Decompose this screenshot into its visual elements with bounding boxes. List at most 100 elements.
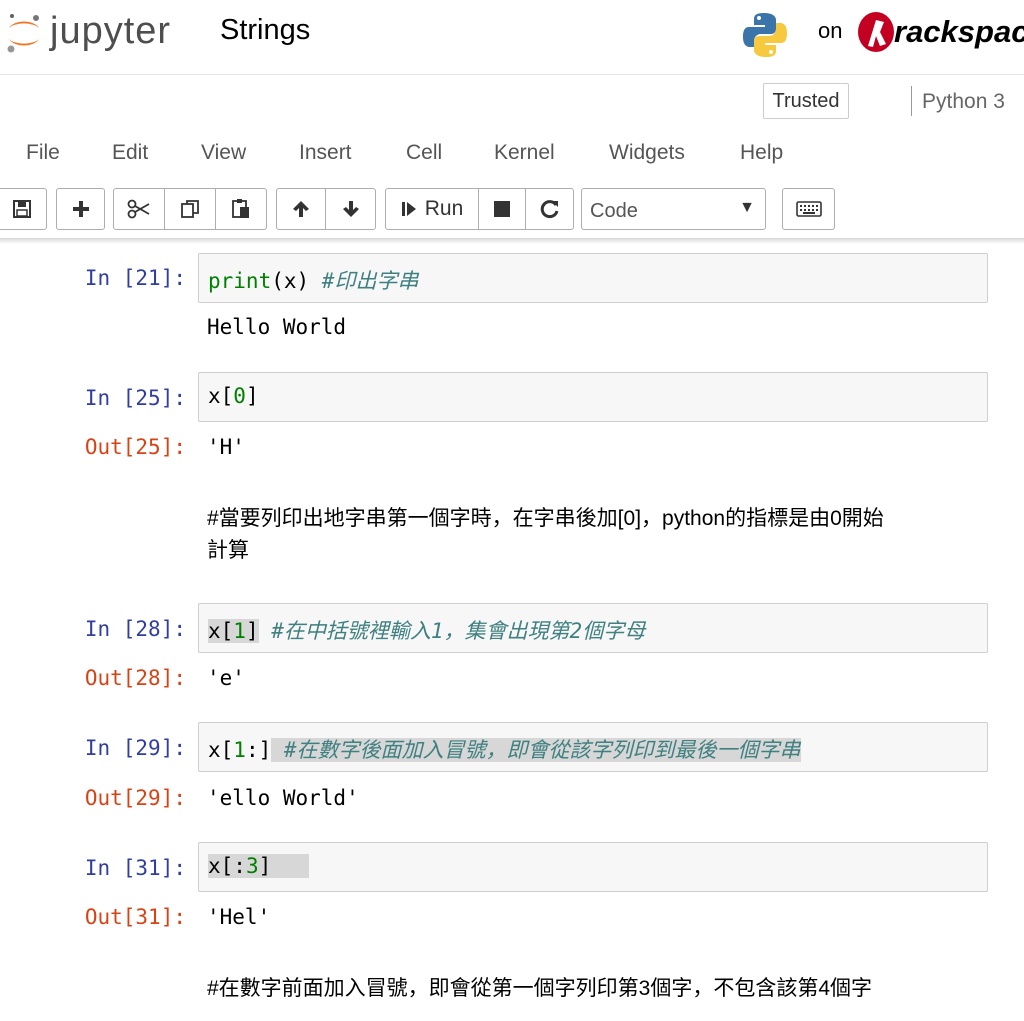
code-cell-input[interactable]: x[0]: [198, 372, 988, 422]
cell-output: 'H': [207, 435, 245, 459]
chevron-down-icon: ▼: [739, 199, 755, 216]
copy-button[interactable]: [165, 189, 216, 229]
menu-kernel[interactable]: Kernel: [494, 141, 555, 165]
menu-file[interactable]: File: [26, 141, 60, 165]
code-text: ]: [258, 854, 272, 878]
markdown-line: #在數字前面加入冒號，即會從第一個字列印第3個字，不包含該第4個字: [207, 977, 873, 1000]
markdown-line: #當要列印出地字串第一個字時，在字串後加[0]，python的指標是由0開始: [207, 507, 884, 530]
code-text: x[: [208, 384, 234, 408]
markdown-cell[interactable]: #在數字前面加入冒號，即會從第一個字列印第3個字，不包含該第4個字: [207, 973, 987, 1005]
code-number: 1: [233, 738, 246, 762]
copy-icon: [181, 200, 199, 218]
code-comment: #印出字串: [321, 269, 419, 293]
code-line: x[1] #在中括號裡輸入1，集會出現第2個字母: [208, 615, 645, 645]
code-line: print(x) #印出字串: [208, 265, 418, 295]
cell-output: 'e': [207, 666, 245, 690]
code-text: (x): [271, 269, 322, 293]
restart-button[interactable]: [526, 189, 573, 229]
code-cell-input[interactable]: x[:3]: [198, 842, 988, 892]
scissors-icon: [127, 199, 150, 219]
run-button-label: Run: [424, 197, 464, 220]
input-prompt: In [21]:: [84, 266, 186, 290]
input-prompt: In [29]:: [84, 736, 186, 760]
toolbar-group-insert: [56, 188, 105, 230]
jupyter-logo-icon[interactable]: [6, 12, 42, 54]
menu-cell[interactable]: Cell: [406, 141, 442, 165]
code-number: 0: [233, 384, 246, 408]
stop-icon: [494, 201, 510, 217]
command-palette-button[interactable]: [783, 189, 834, 229]
menu-edit[interactable]: Edit: [112, 141, 148, 165]
notebook-title[interactable]: Strings: [220, 14, 310, 47]
run-button[interactable]: Run: [386, 189, 479, 229]
code-text: :]: [245, 738, 272, 762]
output-prompt: Out[31]:: [84, 905, 186, 929]
hosted-on-label: on: [818, 18, 843, 43]
interrupt-button[interactable]: [479, 189, 526, 229]
menu-widgets[interactable]: Widgets: [609, 141, 685, 165]
code-cell-input[interactable]: x[1] #在中括號裡輸入1，集會出現第2個字母: [198, 603, 988, 653]
input-prompt: In [31]:: [84, 856, 186, 880]
header-shadow: [0, 238, 1024, 244]
move-down-button[interactable]: [326, 189, 375, 229]
kernel-name[interactable]: Python 3: [922, 90, 1005, 114]
cell-output: Hello World: [207, 315, 347, 339]
input-prompt: In [25]:: [84, 386, 186, 410]
code-number: 1: [233, 619, 246, 643]
paste-button[interactable]: [216, 189, 266, 229]
keyboard-icon: [795, 201, 822, 217]
code-comment: #在數字後面加入冒號，即會從該字列印到最後一個字串: [283, 738, 801, 762]
output-prompt: Out[25]:: [84, 435, 186, 459]
toolbar-group-run: Run: [385, 188, 574, 230]
paste-icon: [232, 199, 249, 218]
toolbar-group-edit: [113, 188, 267, 230]
output-prompt: Out[28]:: [84, 666, 186, 690]
selected-code: x[1]: [208, 619, 259, 643]
restart-icon: [540, 200, 558, 219]
cell-output: 'Hel': [207, 905, 271, 929]
arrow-up-icon: [293, 201, 309, 217]
code-text: ]: [245, 384, 259, 408]
selected-code: x[:3]: [208, 854, 310, 878]
python-logo-icon: [743, 13, 787, 57]
code-line: x[1:] #在數字後面加入冒號，即會從該字列印到最後一個字串: [208, 734, 801, 764]
markdown-cell[interactable]: #當要列印出地字串第一個字時，在字串後加[0]，python的指標是由0開始 計…: [207, 503, 987, 567]
code-number: 3: [245, 854, 259, 878]
move-up-button[interactable]: [277, 189, 326, 229]
code-text: ]: [245, 619, 259, 643]
code-line: x[0]: [208, 384, 259, 408]
code-cell-input[interactable]: print(x) #印出字串: [198, 253, 988, 303]
toolbar-group-save: [0, 188, 47, 230]
plus-icon: [72, 201, 89, 217]
cell-type-select[interactable]: Code ▼: [581, 188, 766, 230]
menu-insert[interactable]: Insert: [299, 141, 352, 165]
toolbar-group-palette: [782, 188, 835, 230]
save-icon: [12, 200, 31, 218]
kernel-separator: [911, 86, 912, 116]
input-prompt: In [28]:: [84, 617, 186, 641]
trusted-indicator[interactable]: Trusted: [763, 83, 849, 119]
insert-cell-button[interactable]: [57, 189, 104, 229]
code-line: x[:3]: [208, 854, 310, 878]
cell-type-value: Code: [590, 200, 638, 222]
menu-help[interactable]: Help: [740, 141, 783, 165]
code-text: x[: [208, 738, 234, 762]
toolbar-group-move: [276, 188, 376, 230]
code-text: x[:: [208, 854, 246, 878]
code-text: x[: [208, 619, 234, 643]
menu-view[interactable]: View: [201, 141, 246, 165]
code-cell-input[interactable]: x[1:] #在數字後面加入冒號，即會從該字列印到最後一個字串: [198, 722, 988, 772]
arrow-down-icon: [342, 201, 359, 217]
cell-output: 'ello World': [207, 786, 359, 810]
output-prompt: Out[29]:: [84, 786, 186, 810]
notebook-header: jupyter Strings on rackspac: [0, 0, 1024, 74]
rackspace-logo-icon: rackspac: [856, 8, 1024, 56]
save-button[interactable]: [0, 189, 46, 229]
code-keyword: print: [208, 269, 272, 293]
run-icon: [401, 202, 416, 216]
markdown-line: 計算: [207, 539, 249, 562]
code-comment: #在中括號裡輸入1，集會出現第2個字母: [271, 619, 646, 643]
rackspace-wordmark: rackspac: [894, 14, 1024, 49]
jupyter-wordmark[interactable]: jupyter: [50, 10, 171, 53]
cut-button[interactable]: [114, 189, 165, 229]
